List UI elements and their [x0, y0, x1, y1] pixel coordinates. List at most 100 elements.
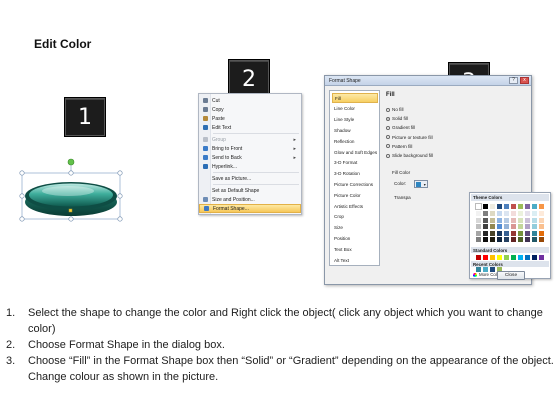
theme-shade-swatch[interactable] — [497, 217, 502, 223]
standard-color-swatch[interactable] — [518, 255, 523, 260]
theme-shade-swatch[interactable] — [532, 230, 537, 236]
theme-shade-swatch[interactable] — [497, 224, 502, 230]
theme-shade-swatch[interactable] — [490, 211, 495, 216]
fill-color-dropdown[interactable]: ▾ — [414, 180, 428, 188]
radio-pattern-fill[interactable]: Pattern fill — [386, 144, 412, 149]
menu-item-set-as-default-shape[interactable]: Set as Default Shape — [199, 186, 301, 195]
close-icon[interactable]: x — [520, 77, 529, 84]
theme-shade-swatch[interactable] — [525, 211, 530, 216]
menu-item-send-to-back[interactable]: Send to Back ▸ — [199, 153, 301, 162]
recent-color-swatch[interactable] — [483, 267, 488, 272]
theme-color-swatch[interactable] — [518, 204, 523, 209]
theme-shade-swatch[interactable] — [483, 224, 488, 230]
theme-shade-swatch[interactable] — [490, 217, 495, 223]
menu-item-hyperlink[interactable]: Hyperlink... — [199, 162, 301, 171]
category-3-d-format[interactable]: 3-D Format — [332, 158, 378, 168]
category-3-d-rotation[interactable]: 3-D Rotation — [332, 169, 378, 179]
theme-shade-swatch[interactable] — [525, 217, 530, 223]
theme-shade-swatch[interactable] — [539, 217, 544, 223]
theme-color-swatch[interactable] — [525, 204, 530, 209]
category-crop[interactable]: Crop — [332, 212, 378, 222]
theme-color-swatch[interactable] — [504, 204, 509, 209]
theme-shade-swatch[interactable] — [525, 230, 530, 236]
theme-shade-swatch[interactable] — [490, 237, 495, 243]
theme-color-swatch[interactable] — [490, 204, 495, 209]
menu-item-edit-text[interactable]: Edit Text — [199, 123, 301, 132]
theme-color-swatch[interactable] — [483, 204, 488, 209]
menu-item-copy[interactable]: Copy — [199, 105, 301, 114]
category-picture-color[interactable]: Picture Color — [332, 190, 378, 200]
theme-shade-swatch[interactable] — [539, 211, 544, 216]
theme-shade-swatch[interactable] — [476, 217, 481, 223]
standard-color-swatch[interactable] — [511, 255, 516, 260]
theme-shade-swatch[interactable] — [476, 224, 481, 230]
menu-item-size-and-position[interactable]: Size and Position... — [199, 195, 301, 204]
theme-shade-swatch[interactable] — [518, 211, 523, 216]
standard-color-swatch[interactable] — [483, 255, 488, 260]
standard-color-swatch[interactable] — [476, 255, 481, 260]
theme-shade-swatch[interactable] — [490, 224, 495, 230]
theme-shade-swatch[interactable] — [539, 230, 544, 236]
theme-shade-swatch[interactable] — [476, 230, 481, 236]
category-line-color[interactable]: Line Color — [332, 104, 378, 114]
standard-color-swatch[interactable] — [497, 255, 502, 260]
standard-color-swatch[interactable] — [525, 255, 530, 260]
radio-no-fill[interactable]: No fill — [386, 107, 404, 112]
category-picture-corrections[interactable]: Picture Corrections — [332, 179, 378, 189]
theme-shade-swatch[interactable] — [539, 237, 544, 243]
help-button[interactable]: ? — [509, 77, 518, 84]
theme-shade-swatch[interactable] — [483, 230, 488, 236]
menu-item-group[interactable]: Group ▸ — [199, 135, 301, 144]
theme-shade-swatch[interactable] — [525, 237, 530, 243]
theme-shade-swatch[interactable] — [511, 237, 516, 243]
theme-color-swatch[interactable] — [532, 204, 537, 209]
theme-shade-swatch[interactable] — [511, 230, 516, 236]
selected-oval-shape[interactable] — [18, 155, 128, 230]
theme-shade-swatch[interactable] — [511, 211, 516, 216]
category-reflection[interactable]: Reflection — [332, 136, 378, 146]
category-shadow[interactable]: Shadow — [332, 125, 378, 135]
theme-shade-swatch[interactable] — [511, 224, 516, 230]
standard-color-swatch[interactable] — [490, 255, 495, 260]
theme-shade-swatch[interactable] — [504, 237, 509, 243]
theme-color-swatch[interactable] — [497, 204, 502, 209]
theme-color-swatch[interactable] — [475, 203, 482, 210]
theme-color-swatch[interactable] — [511, 204, 516, 209]
radio-solid-fill[interactable]: Solid fill — [386, 116, 408, 121]
theme-shade-swatch[interactable] — [483, 217, 488, 223]
theme-shade-swatch[interactable] — [483, 237, 488, 243]
category-alt-text[interactable]: Alt Text — [332, 255, 378, 265]
category-position[interactable]: Position — [332, 233, 378, 243]
theme-shade-swatch[interactable] — [532, 224, 537, 230]
theme-shade-swatch[interactable] — [504, 211, 509, 216]
theme-shade-swatch[interactable] — [518, 224, 523, 230]
menu-item-format-shape[interactable]: Format Shape... — [199, 204, 301, 213]
radio-slide-background-fill[interactable]: Slide background fill — [386, 153, 433, 158]
theme-shade-swatch[interactable] — [539, 224, 544, 230]
theme-shade-swatch[interactable] — [504, 230, 509, 236]
category-line-style[interactable]: Line Style — [332, 115, 378, 125]
standard-color-swatch[interactable] — [532, 255, 537, 260]
rotation-handle[interactable] — [67, 158, 75, 166]
category-glow-and-soft-edges[interactable]: Glow and Soft Edges — [332, 147, 378, 157]
theme-shade-swatch[interactable] — [497, 230, 502, 236]
theme-shade-swatch[interactable] — [532, 237, 537, 243]
theme-shade-swatch[interactable] — [532, 211, 537, 216]
theme-shade-swatch[interactable] — [518, 230, 523, 236]
category-artistic-effects[interactable]: Artistic Effects — [332, 201, 378, 211]
menu-item-bring-to-front[interactable]: Bring to Front ▸ — [199, 144, 301, 153]
theme-color-swatch[interactable] — [539, 204, 544, 209]
menu-item-cut[interactable]: Cut — [199, 96, 301, 105]
standard-color-swatch[interactable] — [504, 255, 509, 260]
menu-item-paste[interactable]: Paste — [199, 114, 301, 123]
category-fill[interactable]: Fill — [332, 93, 378, 103]
theme-shade-swatch[interactable] — [490, 230, 495, 236]
adjust-handle[interactable] — [68, 208, 73, 213]
standard-color-swatch[interactable] — [539, 255, 544, 260]
category-text-box[interactable]: Text Box — [332, 244, 378, 254]
theme-shade-swatch[interactable] — [532, 217, 537, 223]
recent-color-swatch[interactable] — [476, 267, 481, 272]
theme-shade-swatch[interactable] — [483, 211, 488, 216]
radio-picture-or-texture-fill[interactable]: Picture or texture fill — [386, 135, 433, 140]
menu-item-save-as-picture[interactable]: Save as Picture... — [199, 174, 301, 183]
